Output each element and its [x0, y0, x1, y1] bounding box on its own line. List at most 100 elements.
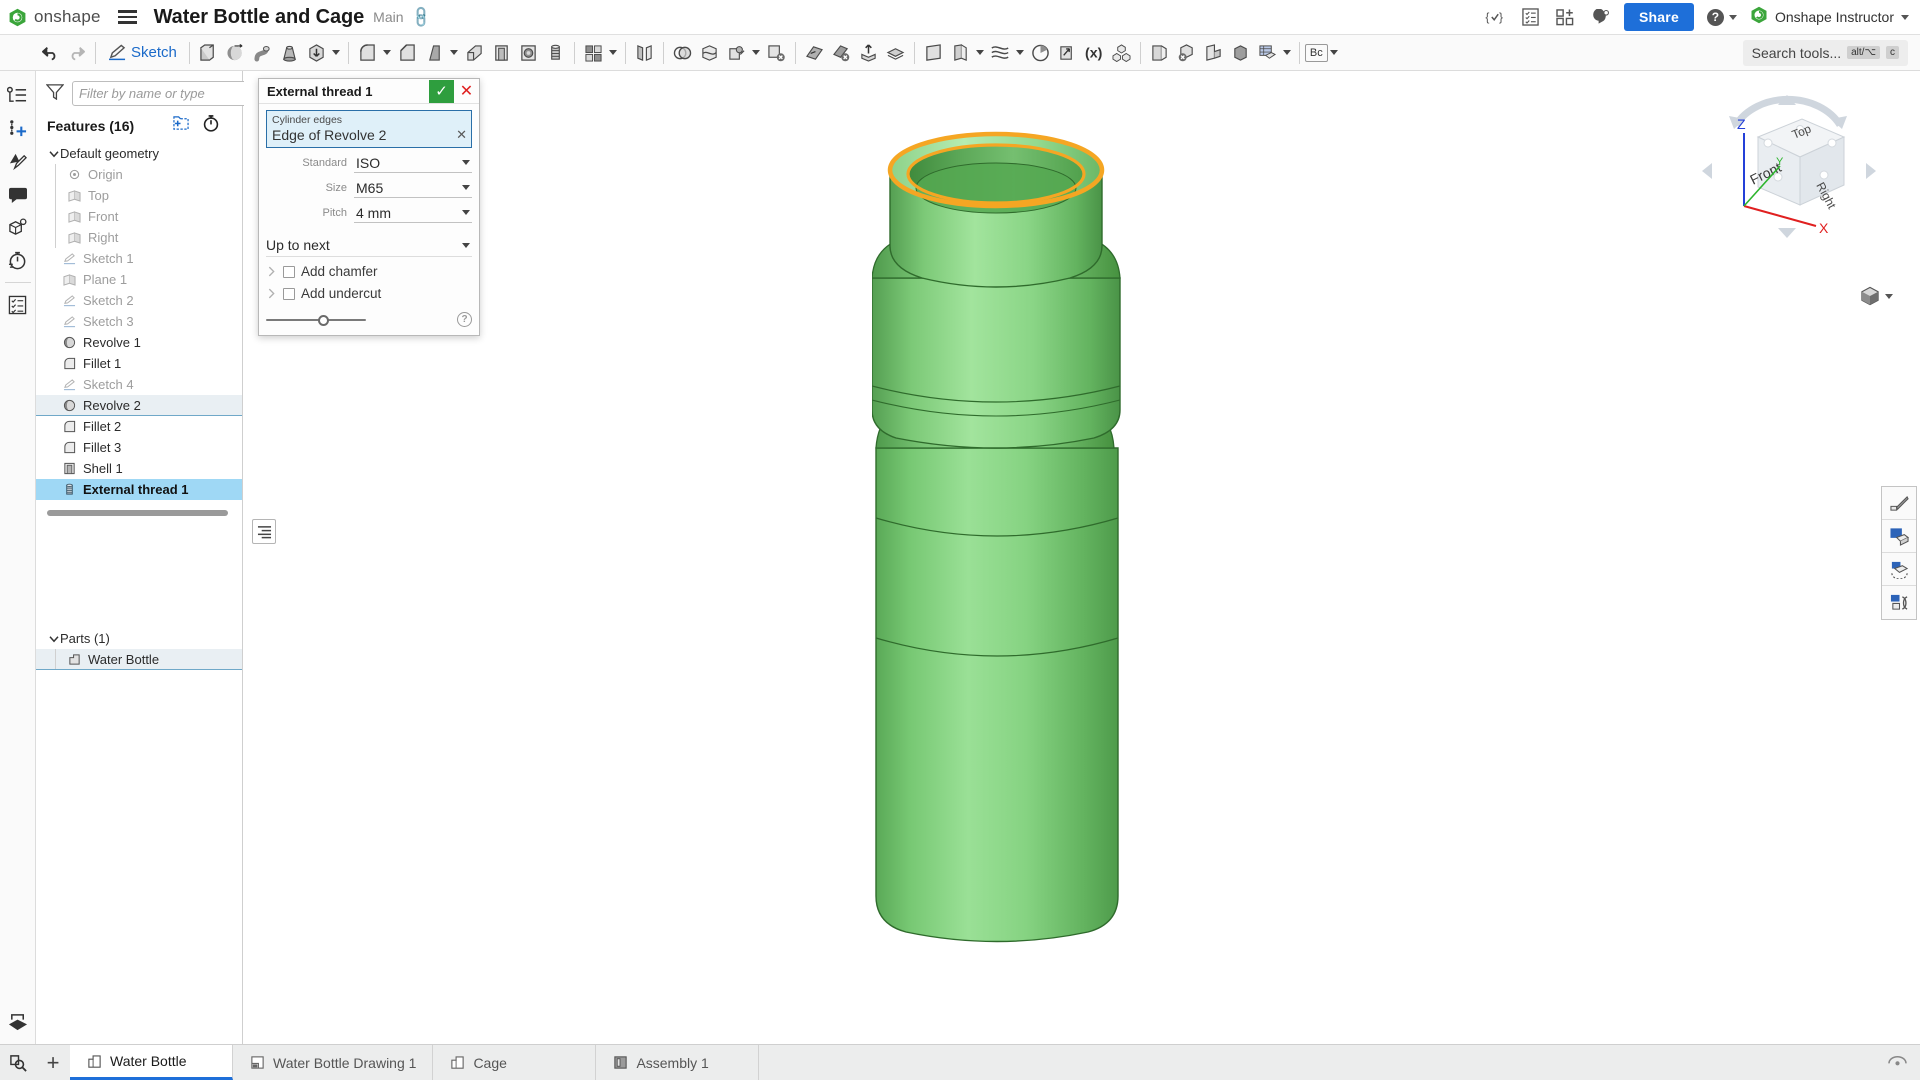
- flatten-icon[interactable]: [1227, 39, 1254, 67]
- dialog-cancel-button[interactable]: ✕: [454, 80, 479, 103]
- tree-item-revolve-1[interactable]: Revolve 1: [36, 332, 242, 353]
- variable-studio-icon[interactable]: { }: [1484, 7, 1506, 28]
- tree-item-sketch-1[interactable]: Sketch 1: [36, 248, 242, 269]
- add-folder-icon[interactable]: [172, 115, 190, 137]
- add-undercut-row[interactable]: Add undercut: [266, 286, 472, 301]
- graphics-viewport[interactable]: Top Front Right Z X Y: [244, 71, 1920, 1044]
- extrude-icon[interactable]: [195, 39, 222, 67]
- link-icon[interactable]: 🔗: [408, 4, 434, 30]
- tab-cage[interactable]: Cage: [433, 1045, 597, 1080]
- display-mode-button[interactable]: [1859, 286, 1893, 306]
- tree-item-shell-1[interactable]: Shell 1: [36, 458, 242, 479]
- version-history-icon[interactable]: [1519, 7, 1541, 28]
- water-bottle-model[interactable]: [872, 118, 1292, 998]
- split-icon[interactable]: [696, 39, 723, 67]
- replace-face-icon[interactable]: [855, 39, 882, 67]
- section-view-icon[interactable]: [1882, 520, 1916, 553]
- chevron-down-icon[interactable]: [750, 39, 763, 67]
- standard-select[interactable]: ISO: [354, 153, 472, 173]
- bill-of-materials-icon[interactable]: [4, 288, 32, 321]
- configuration-icon[interactable]: [4, 211, 32, 244]
- delete-face-icon[interactable]: [828, 39, 855, 67]
- import-derive-icon[interactable]: [303, 39, 330, 67]
- axis-icon[interactable]: [947, 39, 974, 67]
- tree-item-sketch-3[interactable]: Sketch 3: [36, 311, 242, 332]
- boolean-icon[interactable]: [669, 39, 696, 67]
- appearance-icon[interactable]: [1882, 487, 1916, 520]
- mass-properties-icon[interactable]: [1054, 39, 1081, 67]
- view-cube[interactable]: Top Front Right Z X Y: [1698, 93, 1878, 243]
- filter-input[interactable]: [72, 81, 262, 106]
- chevron-down-icon[interactable]: [448, 39, 461, 67]
- share-button[interactable]: Share: [1624, 3, 1694, 31]
- pattern-icon[interactable]: [580, 39, 607, 67]
- tree-item-fillet-3[interactable]: Fillet 3: [36, 437, 242, 458]
- brand-area[interactable]: onshape: [0, 7, 101, 27]
- helix-icon[interactable]: [987, 39, 1014, 67]
- tree-item-origin[interactable]: Origin: [36, 164, 242, 185]
- variable-icon[interactable]: (x): [1081, 39, 1108, 67]
- rib-icon[interactable]: [461, 39, 488, 67]
- tree-item-fillet-1[interactable]: Fillet 1: [36, 353, 242, 374]
- chamfer-icon[interactable]: [394, 39, 421, 67]
- measure-icon[interactable]: [1027, 39, 1054, 67]
- tree-item-fillet-2[interactable]: Fillet 2: [36, 416, 242, 437]
- plane-icon[interactable]: [920, 39, 947, 67]
- rollback-timer-icon[interactable]: [202, 115, 220, 137]
- explode-icon[interactable]: [1882, 586, 1916, 619]
- sheet-table-icon[interactable]: [1254, 39, 1281, 67]
- composite-part-icon[interactable]: [1108, 39, 1135, 67]
- branch-name[interactable]: Main: [373, 9, 403, 25]
- tab-water-bottle[interactable]: Water Bottle: [70, 1045, 233, 1080]
- chevron-right-icon[interactable]: [266, 288, 277, 299]
- ai-assistant-icon[interactable]: [1589, 7, 1611, 28]
- sketch-button[interactable]: Sketch: [101, 41, 184, 64]
- loft-icon[interactable]: [276, 39, 303, 67]
- tab-assembly-1[interactable]: Assembly 1: [596, 1045, 760, 1080]
- tab-search-button[interactable]: [0, 1045, 36, 1080]
- markup-pen-icon[interactable]: [4, 145, 32, 178]
- add-chamfer-checkbox[interactable]: [283, 265, 295, 278]
- tree-item-right-plane[interactable]: Right: [36, 227, 242, 248]
- print-3d-icon[interactable]: [4, 1005, 32, 1038]
- clear-selection-icon[interactable]: ✕: [456, 127, 467, 143]
- dialog-help-icon[interactable]: ?: [457, 312, 472, 327]
- tree-item-sketch-2[interactable]: Sketch 2: [36, 290, 242, 311]
- transform-icon[interactable]: [723, 39, 750, 67]
- chevron-right-icon[interactable]: [266, 266, 277, 277]
- add-tab-button[interactable]: +: [36, 1045, 70, 1080]
- chevron-down-icon[interactable]: [1014, 39, 1027, 67]
- end-condition-select[interactable]: Up to next: [266, 234, 472, 257]
- size-select[interactable]: M65: [354, 178, 472, 198]
- dialog-opacity-slider[interactable]: [266, 314, 366, 326]
- tree-item-front-plane[interactable]: Front: [36, 206, 242, 227]
- chevron-down-icon[interactable]: [1281, 39, 1294, 67]
- feature-list-icon[interactable]: [4, 79, 32, 112]
- chevron-down-icon[interactable]: [381, 39, 394, 67]
- tree-item-revolve-2[interactable]: Revolve 2: [36, 395, 242, 416]
- shell-icon[interactable]: [488, 39, 515, 67]
- tab-water-bottle-drawing-1[interactable]: Water Bottle Drawing 1: [233, 1045, 434, 1080]
- chevron-expanded-icon[interactable]: [47, 635, 60, 643]
- delete-body-icon[interactable]: [1173, 39, 1200, 67]
- fillet-icon[interactable]: [354, 39, 381, 67]
- parts-item-water-bottle[interactable]: Water Bottle: [36, 649, 242, 670]
- help-menu[interactable]: ?: [1706, 8, 1737, 26]
- thread-icon[interactable]: [542, 39, 569, 67]
- main-menu-button[interactable]: [115, 7, 140, 27]
- comments-icon[interactable]: [4, 178, 32, 211]
- collapse-tabbar-icon[interactable]: [1887, 1052, 1908, 1074]
- cylinder-edges-selection-box[interactable]: Cylinder edges Edge of Revolve 2 ✕: [266, 110, 472, 148]
- mirror-icon[interactable]: [631, 39, 658, 67]
- tree-panel-toggle-button[interactable]: [252, 519, 276, 544]
- dialog-accept-button[interactable]: ✓: [429, 79, 454, 103]
- chevron-down-icon[interactable]: [330, 39, 343, 67]
- add-chamfer-row[interactable]: Add chamfer: [266, 264, 472, 279]
- tree-group-default-geometry[interactable]: Default geometry: [36, 143, 242, 164]
- chevron-down-icon[interactable]: [1328, 39, 1341, 67]
- sweep-icon[interactable]: [249, 39, 276, 67]
- tree-item-plane-1[interactable]: Plane 1: [36, 269, 242, 290]
- chevron-expanded-icon[interactable]: [47, 150, 60, 158]
- revolve-icon[interactable]: [222, 39, 249, 67]
- add-panel-icon[interactable]: [1554, 7, 1576, 28]
